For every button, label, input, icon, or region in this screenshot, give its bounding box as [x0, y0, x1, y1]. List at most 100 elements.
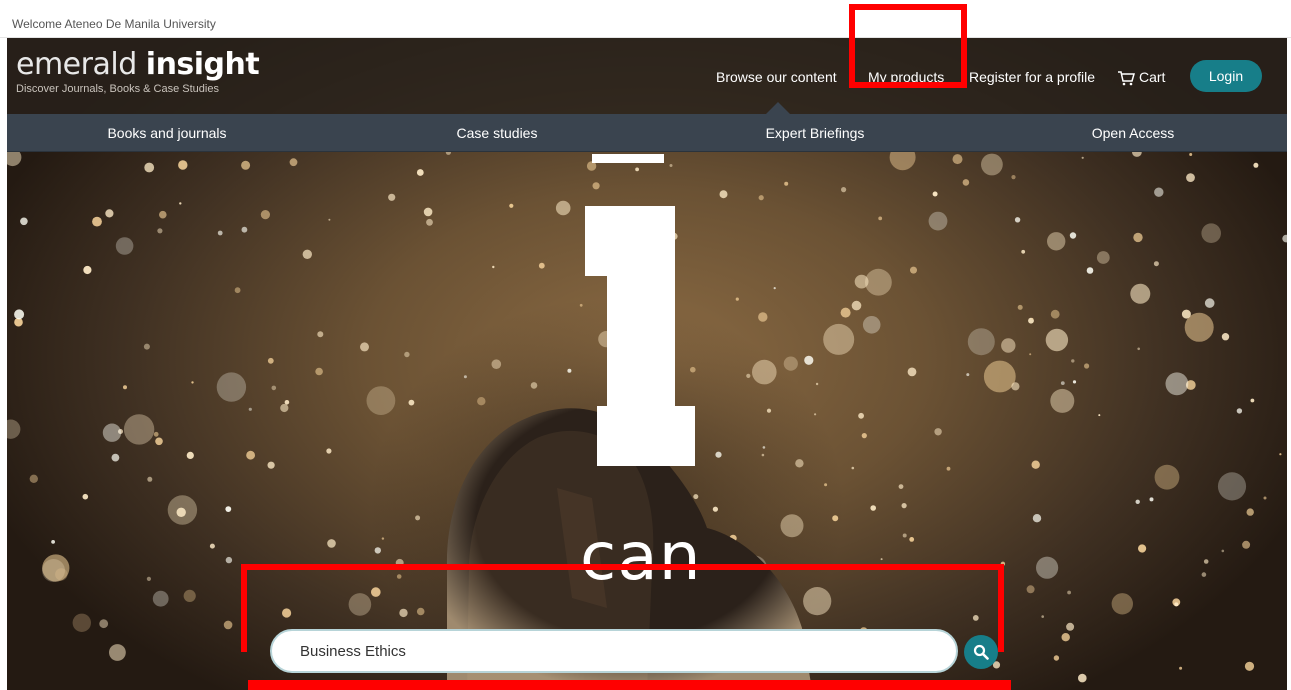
category-bar: Books and journals Case studies Expert B…	[7, 114, 1287, 152]
category-case-studies[interactable]: Case studies	[337, 114, 657, 152]
bokeh-dot	[423, 207, 433, 217]
logo-text-bold: insight	[145, 47, 260, 82]
browse-menu-caret	[766, 102, 790, 114]
site-header: emerald insight Discover Journals, Books…	[7, 38, 1287, 114]
bokeh-dot	[1072, 380, 1077, 384]
bokeh-dot	[246, 450, 256, 460]
bokeh-dot	[178, 160, 188, 170]
bokeh-dot	[267, 357, 274, 364]
bokeh-dot	[910, 266, 917, 274]
bokeh-dot	[183, 589, 196, 603]
bokeh-dot	[191, 381, 194, 384]
cart-label: Cart	[1139, 69, 1166, 85]
bokeh-dot	[109, 644, 126, 661]
bokeh-dot	[946, 466, 951, 471]
bokeh-dot	[146, 576, 151, 582]
bokeh-dot	[1149, 497, 1154, 502]
bokeh-dot	[348, 593, 372, 616]
bokeh-dot	[1250, 398, 1255, 403]
bokeh-dot	[967, 328, 995, 356]
bokeh-dot	[862, 316, 881, 334]
category-books-and-journals[interactable]: Books and journals	[7, 114, 327, 152]
search-icon	[973, 644, 989, 660]
logo-text-light: emerald	[16, 47, 146, 82]
bokeh-dot	[804, 355, 814, 365]
bokeh-dot	[758, 312, 768, 322]
bokeh-dot	[260, 210, 270, 220]
bokeh-dot	[248, 407, 252, 411]
bokeh-dot	[1153, 261, 1159, 267]
bokeh-dot	[972, 615, 979, 621]
bokeh-dot	[592, 182, 600, 190]
bokeh-dot	[555, 200, 571, 216]
bokeh-dot	[328, 218, 331, 221]
bokeh-dot	[388, 193, 396, 201]
emerald-insight-logo[interactable]: emerald insight Discover Journals, Books…	[16, 47, 260, 96]
bokeh-dot	[783, 356, 798, 371]
login-button[interactable]: Login	[1190, 60, 1262, 92]
bokeh-dot	[491, 359, 502, 370]
category-open-access[interactable]: Open Access	[973, 114, 1287, 152]
nav-my-products[interactable]: My products	[868, 62, 944, 92]
bokeh-dot	[1165, 372, 1189, 396]
bokeh-dot	[1066, 622, 1075, 631]
bokeh-dot	[83, 265, 92, 275]
bokeh-dot	[152, 590, 169, 607]
bokeh-dot	[216, 372, 247, 402]
category-expert-briefings[interactable]: Expert Briefings	[655, 114, 975, 152]
bokeh-dot	[289, 158, 298, 167]
bokeh-dot	[271, 385, 277, 391]
bokeh-dot	[962, 179, 970, 186]
bokeh-dot	[1204, 298, 1215, 308]
bokeh-dot	[147, 476, 153, 482]
bokeh-dot	[1096, 251, 1110, 264]
bokeh-dot	[1181, 309, 1191, 319]
bokeh-dot	[404, 351, 410, 358]
bokeh-dot	[901, 503, 907, 509]
bokeh-dot	[167, 495, 198, 525]
bokeh-dot	[851, 300, 862, 311]
hero-letter-i-top	[592, 154, 664, 163]
bokeh-dot	[1137, 347, 1140, 351]
nav-cart[interactable]: Cart	[1117, 62, 1165, 92]
bokeh-dot	[327, 539, 336, 548]
bokeh-dot	[1026, 585, 1035, 594]
bokeh-dot	[854, 274, 869, 289]
logo-tagline: Discover Journals, Books & Case Studies	[16, 83, 219, 95]
bokeh-dot	[381, 537, 385, 540]
bokeh-dot	[1081, 156, 1084, 159]
bokeh-dot	[1041, 615, 1044, 618]
bokeh-dot	[509, 203, 514, 208]
bokeh-dot	[841, 187, 847, 193]
bokeh-dot	[1098, 414, 1101, 417]
bokeh-dot	[51, 540, 55, 544]
bokeh-dot	[1011, 382, 1020, 391]
nav-register-for-a-profile[interactable]: Register for a profile	[969, 62, 1095, 92]
bokeh-dot	[302, 249, 312, 259]
bokeh-dot	[1189, 153, 1193, 156]
bokeh-dot	[907, 367, 917, 377]
bokeh-dot	[865, 268, 892, 296]
bokeh-dot	[282, 608, 292, 618]
bokeh-dot	[538, 262, 545, 269]
bokeh-dot	[952, 154, 963, 165]
bokeh-dot	[374, 547, 381, 554]
bokeh-dot	[981, 153, 1003, 176]
nav-browse-our-content[interactable]: Browse our content	[716, 62, 837, 92]
bokeh-dot	[719, 190, 728, 199]
search-input[interactable]	[270, 629, 958, 673]
bokeh-dot	[1186, 173, 1195, 183]
bokeh-dot	[1179, 666, 1183, 670]
bokeh-dot	[153, 431, 159, 437]
bokeh-dot	[115, 237, 134, 255]
bokeh-dot	[426, 218, 433, 226]
bokeh-dot	[1246, 508, 1254, 516]
bokeh-dot	[1221, 549, 1225, 553]
hero-letter-i	[585, 206, 695, 466]
bokeh-dot	[1021, 249, 1026, 254]
bokeh-dot	[898, 484, 904, 489]
search-button[interactable]	[964, 635, 998, 669]
bokeh-dot	[1253, 162, 1259, 168]
bokeh-dot	[360, 342, 369, 352]
bokeh-dot	[1236, 408, 1243, 414]
